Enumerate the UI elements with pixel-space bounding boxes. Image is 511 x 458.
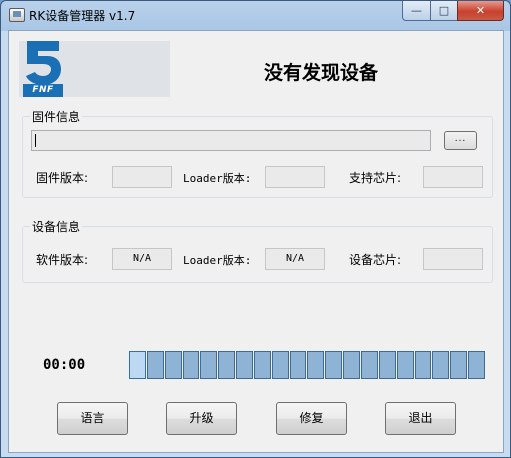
repair-button[interactable]: 修复 [276,402,347,435]
app-window: RK设备管理器 v1.7 — □ ✕ FNF 没有发现设备 固件信息 ... 固… [0,0,511,458]
firmware-loader-label: Loader版本: [183,172,252,185]
progress-segment [182,351,200,379]
progress-segment [307,351,325,379]
progress-segment [325,351,343,379]
firmware-info-group: 固件信息 ... 固件版本: Loader版本: 支持芯片: [22,108,493,198]
maximize-button[interactable]: □ [430,1,458,21]
progress-bar [129,351,485,379]
device-group-label: 设备信息 [30,218,83,235]
software-version-field: N/A [112,248,172,270]
language-button[interactable]: 语言 [57,402,128,435]
progress-segment [468,351,485,379]
title-bar[interactable]: RK设备管理器 v1.7 — □ ✕ [1,1,510,29]
close-button[interactable]: ✕ [457,1,504,21]
firmware-group-label: 固件信息 [30,108,83,125]
firmware-version-label: 固件版本: [36,171,89,185]
firmware-loader-field [265,166,325,188]
elapsed-time: 00:00 [43,357,86,373]
progress-segment [271,351,289,379]
progress-segment [414,351,432,379]
progress-segment [396,351,414,379]
logo-text: FNF [23,84,63,97]
text-caret [35,134,36,147]
progress-segment [378,351,396,379]
browse-button[interactable]: ... [444,131,477,150]
device-status-title: 没有发现设备 [264,62,379,84]
progress-segment [146,351,164,379]
supported-chip-field [423,166,483,188]
progress-segment [253,351,271,379]
progress-segment [218,351,236,379]
progress-segment [343,351,360,379]
supported-chip-label: 支持芯片: [349,171,402,185]
logo-five-icon [26,41,61,85]
progress-segment [289,351,307,379]
firmware-path-input[interactable] [31,130,431,151]
minimize-button[interactable]: — [402,1,431,21]
progress-segment [432,351,450,379]
device-chip-label: 设备芯片: [349,253,402,267]
firmware-version-field [112,166,172,188]
device-loader-label: Loader版本: [183,254,252,267]
device-chip-field [423,248,483,270]
progress-segment [164,351,182,379]
exit-button[interactable]: 退出 [385,402,456,435]
app-icon [9,8,25,22]
upgrade-button[interactable]: 升级 [166,402,237,435]
window-title: RK设备管理器 v1.7 [29,9,136,23]
logo: FNF [19,41,170,97]
progress-segment [360,351,378,379]
software-version-label: 软件版本: [36,253,89,267]
device-loader-field: N/A [265,248,325,270]
device-info-group: 设备信息 软件版本: N/A Loader版本: N/A 设备芯片: [22,218,493,283]
progress-segment [200,351,218,379]
progress-segment [236,351,253,379]
client-area: FNF 没有发现设备 固件信息 ... 固件版本: Loader版本: 支持芯片… [8,30,504,453]
progress-segment [450,351,468,379]
progress-segment [129,351,146,379]
